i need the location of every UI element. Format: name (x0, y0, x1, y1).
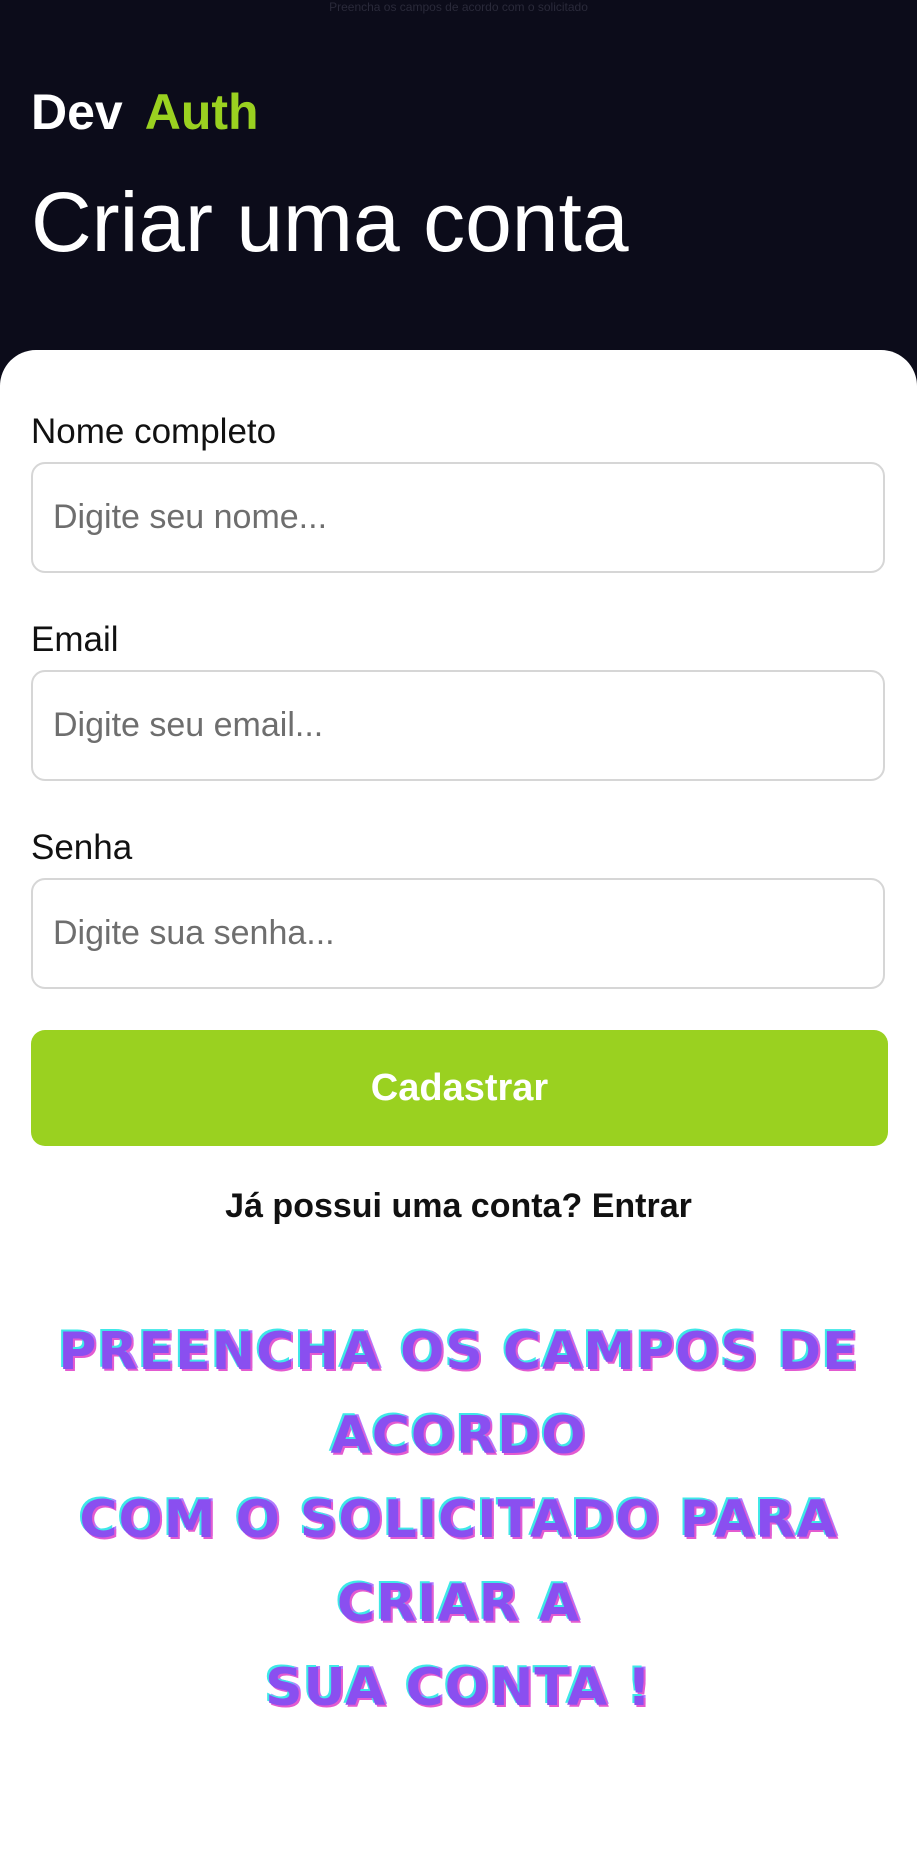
instruction-banner: Preencha os campos de acordo com o solic… (40, 1310, 877, 1730)
name-label: Nome completo (31, 412, 277, 451)
email-input[interactable] (31, 670, 885, 781)
login-link[interactable]: Entrar (592, 1187, 692, 1225)
hint-text: Preencha os campos de acordo com o solic… (329, 0, 588, 14)
header: Preencha os campos de acordo com o solic… (0, 0, 917, 352)
password-label: Senha (31, 828, 133, 867)
banner-line-2: com o solicitado para criar a (79, 1490, 838, 1634)
login-prompt[interactable]: Já possui uma conta? Entrar (0, 1184, 917, 1228)
banner-line-1: Preencha os campos de acordo (58, 1322, 859, 1466)
page-title: Criar uma conta (31, 175, 629, 269)
brand-logo: Dev Auth (31, 80, 259, 144)
banner-line-3: sua conta ! (265, 1658, 652, 1718)
register-button[interactable]: Cadastrar (31, 1030, 888, 1146)
login-question: Já possui uma conta? (225, 1187, 583, 1225)
name-input[interactable] (31, 462, 885, 573)
signup-card: Nome completo Email Senha Cadastrar Já p… (0, 350, 917, 1855)
password-input[interactable] (31, 878, 885, 989)
brand-primary: Dev (31, 84, 123, 140)
brand-accent: Auth (144, 84, 259, 140)
email-label: Email (31, 620, 119, 659)
